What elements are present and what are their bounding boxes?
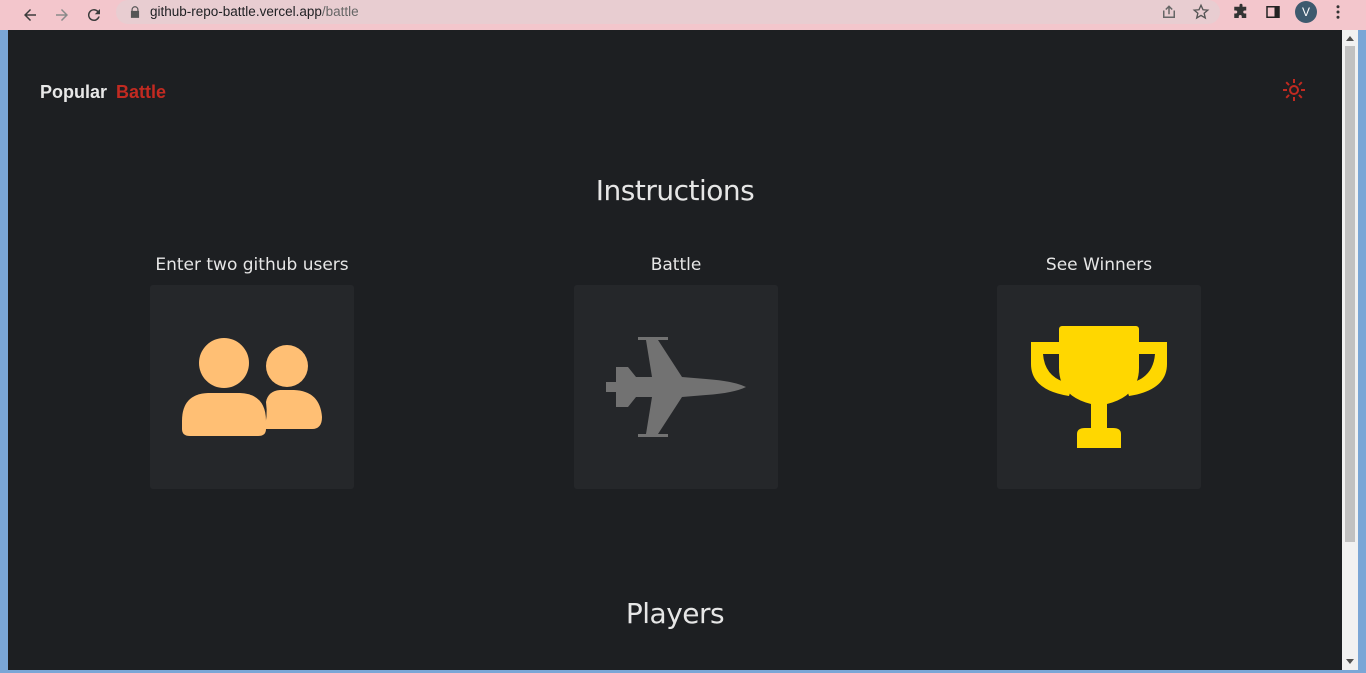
scroll-down-arrow-icon[interactable]: [1346, 659, 1354, 664]
main-nav: Popular Battle: [40, 82, 166, 103]
players-title: Players: [625, 597, 725, 630]
reload-icon: [87, 9, 100, 22]
address-bar[interactable]: github-repo-battle.vercel.app/battle: [116, 0, 1220, 24]
fighter-jet-icon: [606, 337, 746, 437]
sun-icon[interactable]: [1282, 78, 1306, 102]
share-icon[interactable]: [1160, 3, 1178, 21]
scrollbar[interactable]: [1342, 30, 1358, 670]
lock-icon: [130, 6, 140, 18]
step-label: Battle: [650, 255, 702, 275]
scroll-thumb[interactable]: [1345, 46, 1355, 542]
scroll-up-arrow-icon[interactable]: [1346, 36, 1354, 41]
reload-button[interactable]: [81, 2, 107, 28]
side-panel-icon[interactable]: [1264, 3, 1282, 21]
back-arrow-icon: [24, 9, 36, 21]
trophy-icon: [1031, 326, 1167, 448]
nav-link-popular[interactable]: Popular: [40, 82, 107, 103]
step-icon-box: [150, 285, 354, 489]
forward-arrow-icon: [56, 9, 68, 21]
users-icon: [182, 338, 322, 436]
step-icon-box: [997, 285, 1201, 489]
menu-dots-icon[interactable]: [1329, 3, 1347, 21]
nav-link-battle[interactable]: Battle: [116, 82, 166, 103]
profile-avatar[interactable]: V: [1295, 1, 1317, 23]
back-button[interactable]: [17, 2, 43, 28]
url-path: /battle: [321, 4, 359, 19]
step-icon-box: [574, 285, 778, 489]
page-viewport: Popular Battle Instructions Enter two gi…: [0, 30, 1366, 673]
instruction-step-battle: Battle: [526, 254, 826, 489]
url-host: github-repo-battle.vercel.app: [150, 4, 322, 19]
url-text: github-repo-battle.vercel.app/battle: [150, 4, 359, 19]
instruction-step-winners: See Winners: [949, 254, 1249, 489]
step-label: Enter two github users: [155, 255, 349, 275]
extensions-icon[interactable]: [1232, 3, 1250, 21]
browser-toolbar: github-repo-battle.vercel.app/battle V: [0, 0, 1366, 30]
instruction-step-users: Enter two github users: [102, 254, 402, 489]
instructions-title: Instructions: [595, 174, 755, 207]
step-label: See Winners: [1045, 255, 1153, 275]
star-icon[interactable]: [1192, 3, 1210, 21]
forward-button[interactable]: [49, 2, 75, 28]
